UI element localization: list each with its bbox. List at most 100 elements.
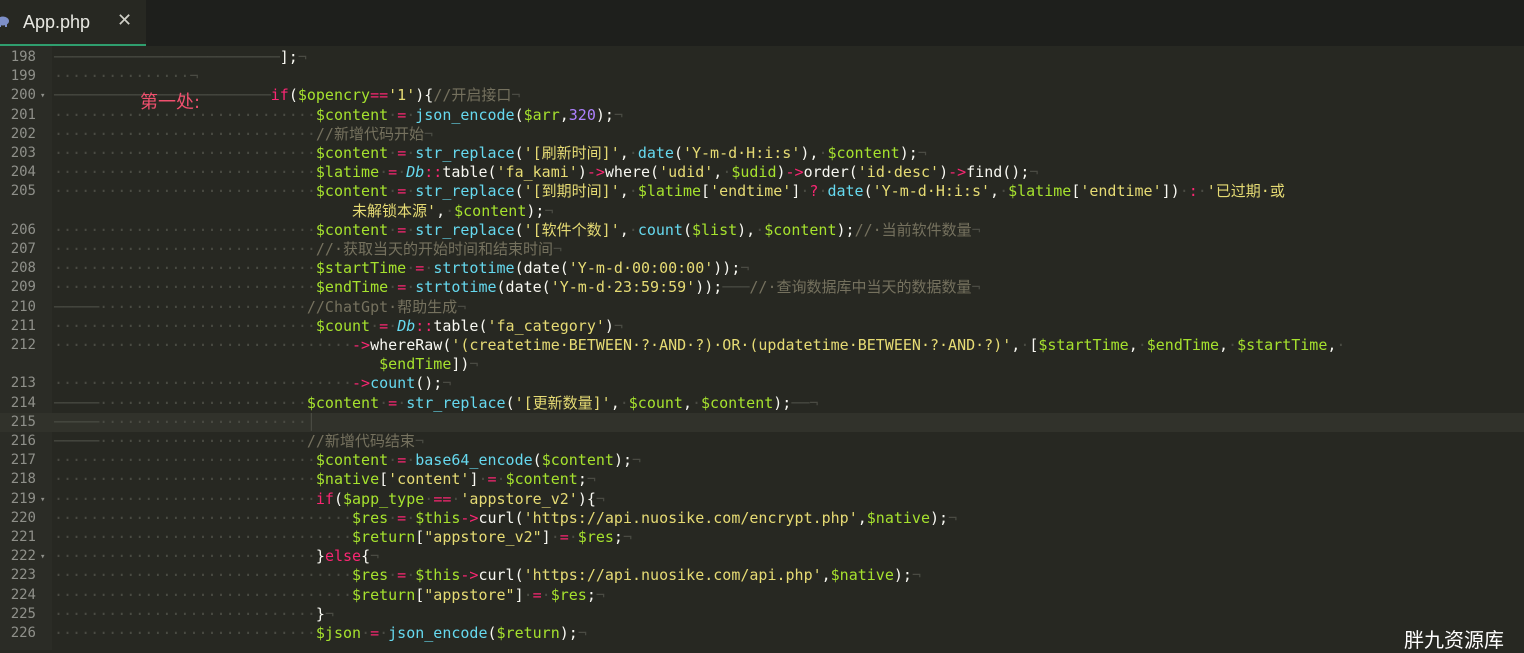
line-number: 222: [10, 548, 36, 565]
line-number: 209: [10, 279, 36, 296]
line-number: 224: [10, 586, 36, 603]
code-text: ─────·······················//ChatGpt·帮助…: [54, 297, 467, 316]
code-text: ···············¬: [54, 67, 199, 86]
line-number: 217: [10, 452, 36, 469]
line-number: 208: [10, 260, 36, 277]
code-line[interactable]: 224 ·································$ret…: [0, 586, 1524, 605]
code-line[interactable]: 217 ·····························$content…: [0, 451, 1524, 470]
annotation-label: 第一处:: [140, 92, 201, 113]
line-number: 221: [10, 529, 36, 545]
tab-app-php[interactable]: App.php ✕: [0, 0, 146, 46]
code-line[interactable]: 216 ─────·······················//新增代码结束¬: [0, 432, 1524, 451]
code-line[interactable]: 201 ·····························$content…: [0, 106, 1524, 125]
line-number: 202: [10, 125, 36, 142]
code-line[interactable]: 206 ·····························$content…: [0, 221, 1524, 240]
line-number: 218: [10, 471, 36, 488]
code-line[interactable]: 225 ·····························}¬: [0, 605, 1524, 624]
code-editor[interactable]: 198 ─────────────────────────];¬ 199 ······…: [0, 48, 1524, 650]
code-line[interactable]: 221 ·································$ret…: [0, 528, 1524, 547]
code-text: ─────────────────────────];¬: [54, 48, 307, 66]
line-number: 210: [10, 298, 36, 315]
close-icon[interactable]: ✕: [117, 10, 132, 31]
line-number: 211: [10, 317, 36, 334]
code-text: ─────·······················│: [54, 412, 316, 431]
fold-arrow-icon[interactable]: ▾: [40, 553, 45, 562]
code-line[interactable]: 198 ─────────────────────────];¬: [0, 48, 1524, 67]
code-line[interactable]: 199 ···············¬: [0, 67, 1524, 86]
code-text: $endTime])¬: [379, 355, 479, 374]
line-number: 213: [10, 375, 36, 392]
line-number: 216: [10, 433, 36, 449]
code-text: ·····························$json·=·jso…: [54, 624, 587, 642]
code-text: ─────·······················$content·=·s…: [54, 393, 819, 412]
code-line[interactable]: 222 ▾ ·····························}else{¬: [0, 547, 1524, 566]
code-text: ·····························//·获取当天的开始时…: [54, 240, 563, 258]
code-line[interactable]: 未解锁本源',·$content);¬: [0, 202, 1524, 221]
code-text: ·····························$endTime·=·…: [54, 278, 981, 297]
code-line[interactable]: 210 ─────·······················//ChatGpt…: [0, 298, 1524, 317]
code-text: ·····························$content·=·…: [54, 182, 1285, 201]
fold-arrow-icon[interactable]: ▾: [40, 92, 45, 101]
code-text: ·····························$content·=·…: [54, 220, 981, 239]
line-number: 201: [10, 106, 36, 123]
line-number: 200: [10, 87, 36, 104]
line-number: 204: [10, 164, 36, 181]
php-elephant-icon: [0, 16, 9, 27]
code-text: ─────·······················//新增代码结束¬: [54, 432, 424, 450]
code-line[interactable]: 226 ·····························$json·=·…: [0, 624, 1524, 643]
code-text: ·····························}¬: [54, 604, 334, 623]
code-line[interactable]: 212 ·································->wh…: [0, 336, 1524, 355]
code-text: ────────────────────────if($opencry=='1'…: [54, 86, 521, 105]
code-line[interactable]: 214 ─────·······················$content·…: [0, 394, 1524, 413]
code-text: ·································$res·=·…: [54, 566, 921, 585]
code-line[interactable]: 215 ─────·······················│: [0, 412, 1524, 432]
line-number: 203: [10, 145, 36, 161]
code-line[interactable]: 208 ·····························$startTi…: [0, 259, 1524, 278]
line-number: 205: [10, 183, 36, 200]
code-text: ·································$res·=·…: [54, 508, 958, 527]
watermark-text: 胖九资源库: [1404, 628, 1504, 652]
code-line[interactable]: 220 ·································$res…: [0, 509, 1524, 528]
line-number: 226: [10, 625, 36, 641]
code-line[interactable]: 209 ·····························$endTime…: [0, 278, 1524, 297]
line-number: 198: [10, 49, 36, 65]
line-number: 206: [10, 221, 36, 238]
code-text: 未解锁本源',·$content);¬: [352, 201, 554, 220]
code-text: ·································$return…: [54, 585, 605, 604]
code-line[interactable]: 202 ·····························//新增代码开始…: [0, 125, 1524, 144]
code-line[interactable]: 219 ▾ ·····························if($app…: [0, 490, 1524, 509]
code-text: ·································->where…: [54, 336, 1346, 354]
line-number: 214: [10, 394, 36, 411]
line-number: 199: [10, 68, 36, 85]
line-number: 220: [10, 509, 36, 526]
code-text: ·····························$content·=·…: [54, 144, 927, 162]
code-text: ·····························$content·=·…: [54, 451, 642, 470]
code-line[interactable]: 207 ·····························//·获取当天的…: [0, 240, 1524, 259]
fold-arrow-icon[interactable]: ▾: [40, 495, 45, 505]
code-text: ·····························$latime·=·D…: [54, 163, 1039, 182]
code-line[interactable]: 218 ·····························$native[…: [0, 470, 1524, 489]
code-line[interactable]: 213 ·································->co…: [0, 374, 1524, 393]
code-text: ·································$return…: [54, 528, 632, 546]
code-text: ·································->count…: [54, 374, 452, 393]
tab-bar: App.php ✕: [0, 0, 1524, 46]
code-text: ·····························//新增代码开始¬: [54, 124, 433, 143]
code-text: ·····························$startTime·…: [54, 259, 750, 278]
line-number: 225: [10, 605, 36, 622]
code-line[interactable]: 205 ·····························$content…: [0, 182, 1524, 201]
code-line[interactable]: 203 ·····························$content…: [0, 144, 1524, 163]
code-line[interactable]: $endTime])¬: [0, 355, 1524, 374]
code-text: ·····························$native['co…: [54, 470, 596, 489]
line-number: 223: [10, 567, 36, 584]
line-number: 215: [10, 413, 36, 430]
line-number: 207: [10, 241, 36, 257]
line-number: 212: [10, 337, 36, 353]
code-text: ·····························$count·=·Db…: [54, 316, 623, 335]
code-line[interactable]: 223 ·································$res…: [0, 566, 1524, 585]
code-text: ·····························}else{¬: [54, 547, 380, 566]
code-line[interactable]: 211 ·····························$count·=…: [0, 317, 1524, 336]
code-line[interactable]: 200 ▾ ────────────────────────if($opencry=…: [0, 86, 1524, 105]
code-text: ·····························if($app_typ…: [54, 489, 605, 508]
code-line[interactable]: 204 ·····························$latime·…: [0, 163, 1524, 182]
line-number: 219: [10, 490, 36, 507]
